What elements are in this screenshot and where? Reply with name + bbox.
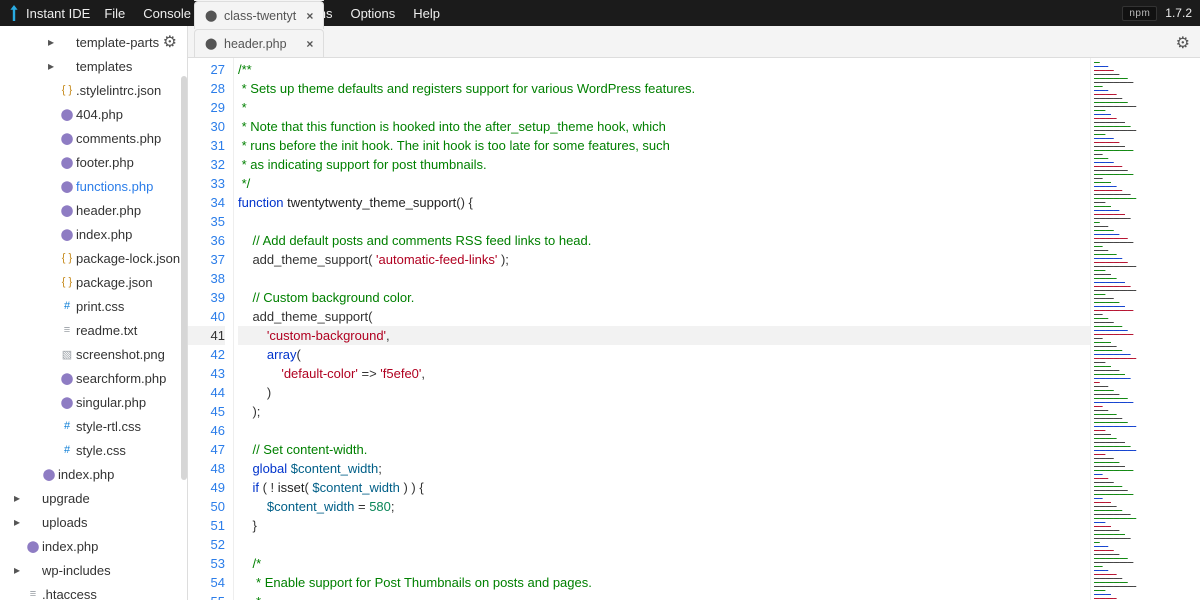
menu-file[interactable]: File [104, 6, 125, 21]
filetype-icon: ⬤ [58, 132, 76, 145]
tab-label: header.php [224, 37, 298, 51]
filetype-icon: # [58, 300, 76, 312]
sidebar-scrollbar[interactable] [181, 76, 187, 480]
minimap[interactable]: ▬▬ ▬▬▬▬▬ ▬▬▬▬▬▬▬ ▬▬▬▬▬▬▬▬▬ ▬▬▬▬▬▬▬▬▬▬▬▬ … [1090, 58, 1200, 600]
filetype-icon: ≡ [24, 588, 42, 600]
app-brand: Instant IDE [26, 6, 90, 21]
file-label: wp-includes [42, 563, 187, 578]
filetype-icon: # [58, 420, 76, 432]
caret-icon: ▸ [48, 59, 58, 73]
file-tree-item[interactable]: ⬤index.php [0, 534, 187, 558]
file-label: style-rtl.css [76, 419, 187, 434]
tab-close-icon[interactable]: × [306, 9, 313, 23]
file-label: .stylelintrc.json [76, 83, 187, 98]
file-tree-item[interactable]: ⬤comments.php [0, 126, 187, 150]
file-label: upgrade [42, 491, 187, 506]
editor-tab[interactable]: ⬤ header.php × [194, 29, 324, 57]
menu-help[interactable]: Help [413, 6, 440, 21]
tab-filetype-icon: ⬤ [205, 9, 219, 22]
filetype-icon: ⬤ [58, 108, 76, 121]
filetype-icon: { } [58, 252, 76, 264]
file-tree-item[interactable]: ≡.htaccess [0, 582, 187, 600]
file-tree-item[interactable]: #print.css [0, 294, 187, 318]
file-tree-item[interactable]: #style.css [0, 438, 187, 462]
app-logo-icon [8, 5, 20, 21]
file-label: functions.php [76, 179, 187, 194]
file-label: 404.php [76, 107, 187, 122]
file-label: screenshot.png [76, 347, 187, 362]
file-tree-item[interactable]: ⬤functions.php [0, 174, 187, 198]
file-tree-item[interactable]: ⬤singular.php [0, 390, 187, 414]
file-explorer: ⚙ ▸template-parts▸templates{ }.stylelint… [0, 26, 188, 600]
file-tree-item[interactable]: ⬤index.php [0, 462, 187, 486]
file-tree-item[interactable]: #style-rtl.css [0, 414, 187, 438]
file-label: .htaccess [42, 587, 187, 600]
file-tree-item[interactable]: ⬤searchform.php [0, 366, 187, 390]
filetype-icon: ⬤ [58, 372, 76, 385]
file-label: style.css [76, 443, 187, 458]
file-label: searchform.php [76, 371, 187, 386]
tabs-settings-icon[interactable]: ⚙ [1176, 33, 1190, 53]
file-tree-item[interactable]: ⬤footer.php [0, 150, 187, 174]
caret-icon: ▸ [48, 35, 58, 49]
file-label: uploads [42, 515, 187, 530]
file-tree-item[interactable]: ⬤index.php [0, 222, 187, 246]
menu-console[interactable]: Console [143, 6, 191, 21]
filetype-icon: ▧ [58, 348, 76, 361]
file-label: readme.txt [76, 323, 187, 338]
file-tree-item[interactable]: ⬤header.php [0, 198, 187, 222]
caret-icon: ▸ [14, 491, 24, 505]
file-label: templates [76, 59, 187, 74]
file-tree-item[interactable]: ▸ uploads [0, 510, 187, 534]
caret-icon: ▸ [14, 515, 24, 529]
caret-icon: ▸ [14, 563, 24, 577]
editor-tab[interactable]: ⬤ class-twentyt × [194, 1, 324, 29]
version-label: 1.7.2 [1165, 6, 1192, 20]
file-label: comments.php [76, 131, 187, 146]
filetype-icon: ⬤ [58, 396, 76, 409]
file-label: footer.php [76, 155, 187, 170]
sidebar-settings-icon[interactable]: ⚙ [163, 32, 177, 52]
file-tree-item[interactable]: ▸ upgrade [0, 486, 187, 510]
file-label: index.php [58, 467, 187, 482]
file-label: header.php [76, 203, 187, 218]
file-label: singular.php [76, 395, 187, 410]
filetype-icon: # [58, 444, 76, 456]
filetype-icon: ⬤ [58, 204, 76, 217]
filetype-icon: { } [58, 84, 76, 96]
filetype-icon: ≡ [58, 324, 76, 336]
filetype-icon: ⬤ [58, 156, 76, 169]
menu-options[interactable]: Options [350, 6, 395, 21]
file-tree-item[interactable]: { }package-lock.json [0, 246, 187, 270]
file-tree-item[interactable]: ⬤404.php [0, 102, 187, 126]
file-label: package.json [76, 275, 187, 290]
line-gutter: 2728293031323334353637383940414243444546… [188, 58, 234, 600]
filetype-icon: ⬤ [58, 228, 76, 241]
filetype-icon: ⬤ [40, 468, 58, 481]
filetype-icon: ⬤ [24, 540, 42, 553]
file-label: index.php [76, 227, 187, 242]
file-tree-item[interactable]: ▧screenshot.png [0, 342, 187, 366]
file-label: index.php [42, 539, 187, 554]
filetype-icon: { } [58, 276, 76, 288]
file-tree-item[interactable]: ▸template-parts [0, 30, 187, 54]
top-menu-bar: Instant IDE FileConsoleSite PreviewPaths… [0, 0, 1200, 26]
npm-badge[interactable]: npm [1122, 6, 1157, 21]
file-tree-item[interactable]: ≡readme.txt [0, 318, 187, 342]
tab-label: class-twentyt [224, 9, 298, 23]
tab-close-icon[interactable]: × [306, 37, 313, 51]
file-tree-item[interactable]: ▸ wp-includes [0, 558, 187, 582]
code-area[interactable]: /** * Sets up theme defaults and registe… [234, 58, 1090, 600]
filetype-icon: ⬤ [58, 180, 76, 193]
tab-filetype-icon: ⬤ [205, 37, 219, 50]
file-tree-item[interactable]: { }package.json [0, 270, 187, 294]
file-tree-item[interactable]: { }.stylelintrc.json [0, 78, 187, 102]
editor-tabs: #style.css×⬤functions.php×JSskip-link-fo… [188, 26, 1200, 58]
file-label: print.css [76, 299, 187, 314]
file-label: package-lock.json [76, 251, 187, 266]
file-tree-item[interactable]: ▸ templates [0, 54, 187, 78]
code-editor[interactable]: 2728293031323334353637383940414243444546… [188, 58, 1200, 600]
